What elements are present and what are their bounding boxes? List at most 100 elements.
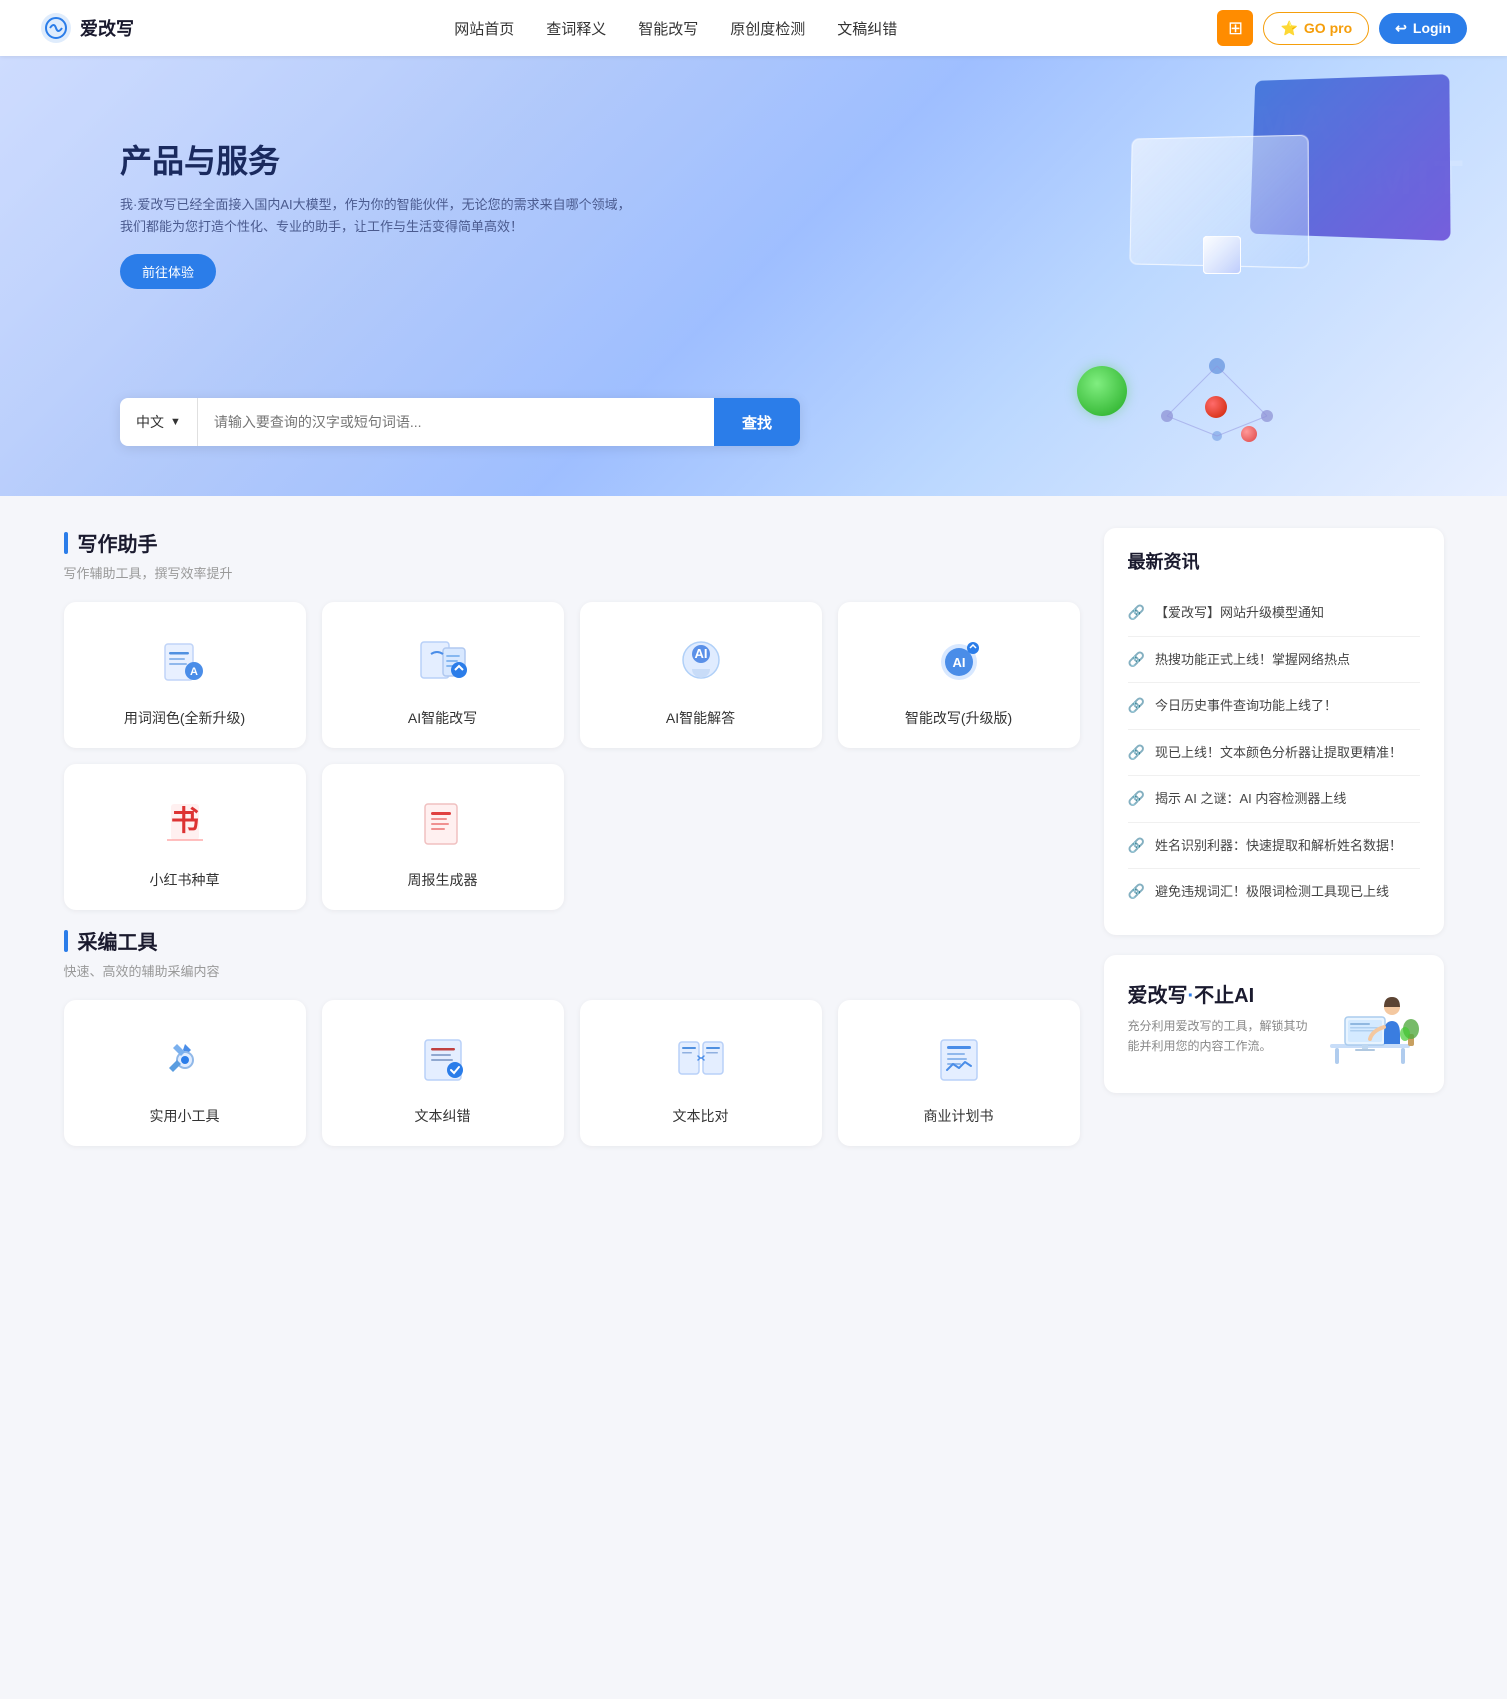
- editing-tools-grid: 实用小工具 文本纠错 文本比对 商业计划书: [64, 1000, 1080, 1146]
- news-item-text-2: 今日历史事件查询功能上线了！: [1155, 696, 1337, 716]
- tool-card-weekly-report[interactable]: 周报生成器: [322, 764, 564, 910]
- writing-tools-section: 写作助手 写作辅助工具，撰写效率提升 A 用词润色(全新升级) AI智能改写 A…: [64, 528, 1080, 910]
- navbar-actions: ⊞ ⭐ GO pro ↩ Login: [1217, 10, 1467, 46]
- promo-text: 爱改写·不止AI 充分利用爱改写的工具，解锁其功能并利用您的内容工作流。: [1128, 979, 1308, 1057]
- login-button[interactable]: ↩ Login: [1379, 13, 1467, 44]
- link-icon-2: 🔗: [1128, 697, 1145, 714]
- news-item-3[interactable]: 🔗 现已上线！文本颜色分析器让提取更精准！: [1128, 730, 1420, 777]
- news-item-text-6: 避免违规词汇！极限词检测工具现已上线: [1155, 882, 1389, 902]
- news-title: 最新资讯: [1128, 548, 1420, 574]
- promo-title: 爱改写·不止AI: [1128, 979, 1308, 1008]
- login-icon: ↩: [1395, 20, 1407, 37]
- tool-label-text-compare: 文本比对: [673, 1106, 729, 1126]
- promo-figure: [1320, 979, 1420, 1069]
- weekly-report-icon: [411, 792, 475, 856]
- hero-section: MAKESUMMIT: [0, 56, 1507, 496]
- writing-tools-title: 写作助手: [64, 528, 1080, 557]
- go-pro-crown-icon: ⭐: [1280, 20, 1297, 37]
- tool-card-text-correct[interactable]: 文本纠错: [322, 1000, 564, 1146]
- grid-button[interactable]: ⊞: [1217, 10, 1253, 46]
- search-bar: 中文 ▼ 查找: [120, 398, 800, 446]
- deco-green-sphere: [1077, 366, 1127, 416]
- tool-card-business-plan[interactable]: 商业计划书: [838, 1000, 1080, 1146]
- search-lang-selector[interactable]: 中文 ▼: [120, 398, 198, 446]
- grid-icon: ⊞: [1228, 18, 1243, 39]
- smart-rewrite-icon: AI: [927, 630, 991, 694]
- tool-label-weekly-report: 周报生成器: [408, 870, 478, 890]
- logo[interactable]: 爱改写: [40, 12, 134, 44]
- tool-label-ai-rewrite: AI智能改写: [408, 708, 477, 728]
- utility-icon: [153, 1028, 217, 1092]
- search-button[interactable]: 查找: [714, 398, 800, 446]
- text-correct-icon: [411, 1028, 475, 1092]
- word-color-icon: A: [153, 630, 217, 694]
- link-icon-5: 🔗: [1128, 837, 1145, 854]
- news-card: 最新资讯 🔗 【爱改写】网站升级模型通知 🔗 热搜功能正式上线！掌握网络热点 🔗…: [1104, 528, 1444, 935]
- title-bar-decoration: [64, 532, 68, 554]
- nav-item-网站首页[interactable]: 网站首页: [454, 18, 514, 39]
- news-item-text-1: 热搜功能正式上线！掌握网络热点: [1155, 650, 1350, 670]
- nav-item-智能改写[interactable]: 智能改写: [638, 18, 698, 39]
- news-list: 🔗 【爱改写】网站升级模型通知 🔗 热搜功能正式上线！掌握网络热点 🔗 今日历史…: [1128, 590, 1420, 915]
- link-icon-0: 🔗: [1128, 604, 1145, 621]
- hero-title: 产品与服务: [120, 136, 1507, 182]
- chevron-down-icon: ▼: [170, 416, 181, 428]
- search-lang-label: 中文: [136, 412, 164, 432]
- promo-person-illustration: [1320, 979, 1420, 1069]
- tool-card-smart-rewrite[interactable]: AI 智能改写(升级版): [838, 602, 1080, 748]
- news-item-1[interactable]: 🔗 热搜功能正式上线！掌握网络热点: [1128, 637, 1420, 684]
- tool-card-xiaohongshu[interactable]: 书 小红书种草: [64, 764, 306, 910]
- tool-card-ai-answer[interactable]: AI AI智能解答: [580, 602, 822, 748]
- news-item-5[interactable]: 🔗 姓名识别利器：快速提取和解析姓名数据！: [1128, 823, 1420, 870]
- tool-card-text-compare[interactable]: 文本比对: [580, 1000, 822, 1146]
- editing-tools-title: 采编工具: [64, 926, 1080, 955]
- tool-card-word-color[interactable]: A 用词润色(全新升级): [64, 602, 306, 748]
- left-column: 写作助手 写作辅助工具，撰写效率提升 A 用词润色(全新升级) AI智能改写 A…: [64, 528, 1080, 1162]
- experience-button[interactable]: 前往体验: [120, 254, 216, 289]
- xiaohongshu-icon: 书: [153, 792, 217, 856]
- svg-text:A: A: [190, 666, 198, 678]
- news-item-text-4: 揭示 AI 之谜：AI 内容检测器上线: [1155, 789, 1346, 809]
- business-plan-icon: [927, 1028, 991, 1092]
- news-item-0[interactable]: 🔗 【爱改写】网站升级模型通知: [1128, 590, 1420, 637]
- news-item-2[interactable]: 🔗 今日历史事件查询功能上线了！: [1128, 683, 1420, 730]
- ai-rewrite-icon: [411, 630, 475, 694]
- link-icon-3: 🔗: [1128, 744, 1145, 761]
- tool-label-xiaohongshu: 小红书种草: [150, 870, 220, 890]
- tool-card-ai-rewrite[interactable]: AI智能改写: [322, 602, 564, 748]
- tool-label-ai-answer: AI智能解答: [666, 708, 735, 728]
- tool-label-business-plan: 商业计划书: [924, 1106, 994, 1126]
- promo-desc: 充分利用爱改写的工具，解锁其功能并利用您的内容工作流。: [1128, 1016, 1308, 1057]
- search-input[interactable]: [198, 398, 714, 446]
- svg-text:AI: AI: [952, 655, 965, 670]
- writing-tools-subtitle: 写作辅助工具，撰写效率提升: [64, 563, 1080, 582]
- link-icon-6: 🔗: [1128, 883, 1145, 900]
- promo-main: 爱改写·不止AI 充分利用爱改写的工具，解锁其功能并利用您的内容工作流。: [1128, 979, 1420, 1069]
- text-compare-icon: [669, 1028, 733, 1092]
- nav-item-原创度检测[interactable]: 原创度检测: [730, 18, 805, 39]
- ai-answer-icon: AI: [669, 630, 733, 694]
- news-item-6[interactable]: 🔗 避免违规词汇！极限词检测工具现已上线: [1128, 869, 1420, 915]
- news-item-text-0: 【爱改写】网站升级模型通知: [1155, 603, 1324, 623]
- promo-card: 爱改写·不止AI 充分利用爱改写的工具，解锁其功能并利用您的内容工作流。: [1104, 955, 1444, 1093]
- deco-network: [1127, 336, 1307, 456]
- link-icon-1: 🔗: [1128, 651, 1145, 668]
- logo-text: 爱改写: [80, 15, 134, 41]
- tool-label-smart-rewrite: 智能改写(升级版): [905, 708, 1012, 728]
- tool-card-utility-tools[interactable]: 实用小工具: [64, 1000, 306, 1146]
- nav-item-查词释义[interactable]: 查词释义: [546, 18, 606, 39]
- right-column: 最新资讯 🔗 【爱改写】网站升级模型通知 🔗 热搜功能正式上线！掌握网络热点 🔗…: [1104, 528, 1444, 1162]
- tool-label-text-correct: 文本纠错: [415, 1106, 471, 1126]
- editing-tools-section: 采编工具 快速、高效的辅助采编内容 实用小工具 文本纠错 文本比对 商业计划书: [64, 926, 1080, 1146]
- link-icon-4: 🔗: [1128, 790, 1145, 807]
- svg-text:AI: AI: [694, 646, 707, 661]
- writing-tools-grid: A 用词润色(全新升级) AI智能改写 AI AI智能解答 AI 智能改写(升级…: [64, 602, 1080, 910]
- go-pro-button[interactable]: ⭐ GO pro: [1263, 12, 1369, 45]
- nav-item-文稿纠错[interactable]: 文稿纠错: [837, 18, 897, 39]
- hero-desc: 我·爱改写已经全面接入国内AI大模型，作为你的智能伙伴，无论您的需求来自哪个领域…: [120, 194, 640, 238]
- main-nav: 网站首页 查词释义 智能改写 原创度检测 文稿纠错: [454, 18, 897, 39]
- tool-label-utility-tools: 实用小工具: [150, 1106, 220, 1126]
- news-item-text-5: 姓名识别利器：快速提取和解析姓名数据！: [1155, 836, 1402, 856]
- news-item-text-3: 现已上线！文本颜色分析器让提取更精准！: [1155, 743, 1402, 763]
- news-item-4[interactable]: 🔗 揭示 AI 之谜：AI 内容检测器上线: [1128, 776, 1420, 823]
